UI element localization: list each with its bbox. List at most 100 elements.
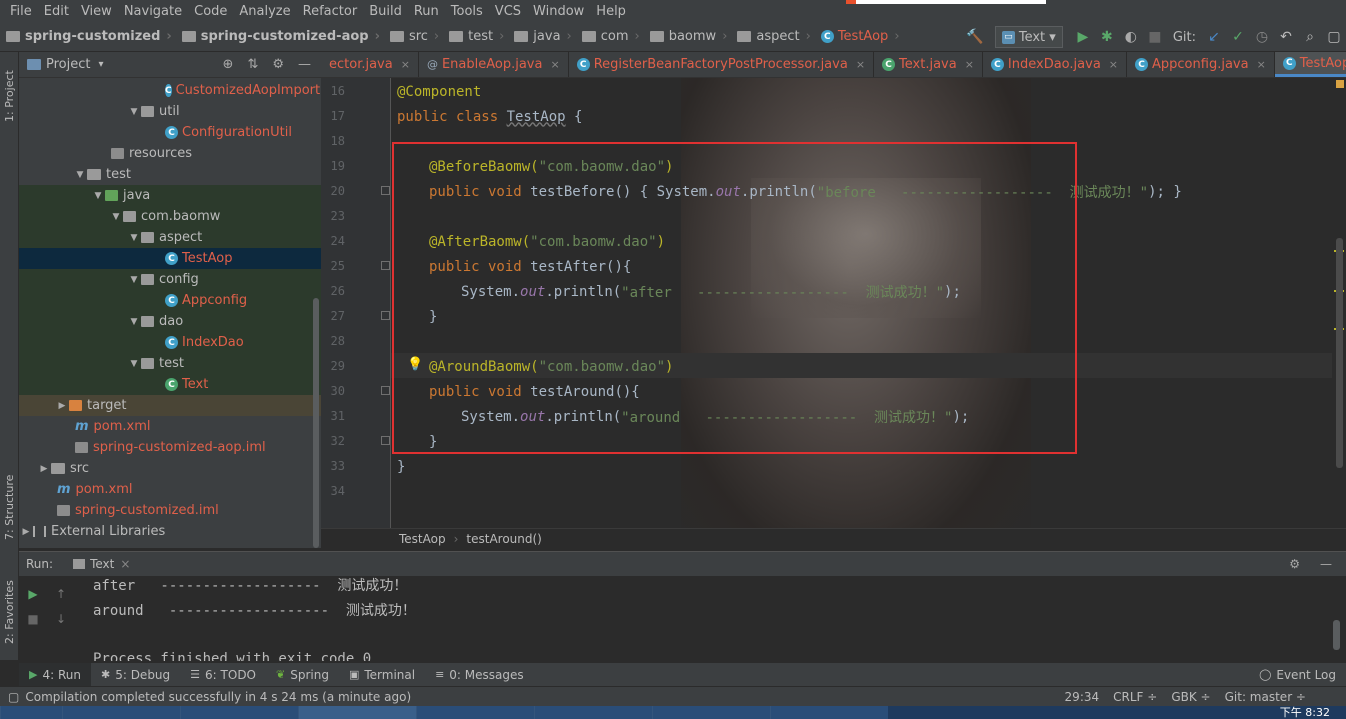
run-console-output[interactable]: after ------------------- 测试成功！ around -… — [93, 576, 1323, 661]
line-separator-select[interactable]: CRLF ÷ — [1113, 690, 1157, 704]
expand-arrow-icon[interactable]: ▼ — [127, 317, 141, 327]
tree-item[interactable]: ▼ test — [19, 353, 321, 374]
tree-item[interactable]: ▶ src — [19, 458, 321, 479]
run-tool-tab[interactable]: ▶ 4: Run — [19, 662, 91, 687]
hide-panel-icon[interactable]: — — [298, 57, 311, 72]
tree-item[interactable]: C Appconfig — [19, 290, 321, 311]
collapse-all-icon[interactable]: ⇅ — [247, 57, 258, 72]
start-button[interactable] — [0, 706, 62, 719]
tree-item[interactable]: C IndexDao — [19, 332, 321, 353]
menu-window[interactable]: Window — [527, 4, 590, 19]
expand-arrow-icon[interactable]: ▼ — [73, 170, 87, 180]
git-revert-icon[interactable]: ↶ — [1274, 25, 1298, 49]
run-tab[interactable]: Text × — [67, 557, 136, 571]
tree-item[interactable]: resources — [19, 143, 321, 164]
tree-item[interactable]: C ConfigurationUtil — [19, 122, 321, 143]
tree-item[interactable]: CCustomizedAopImportSelector — [19, 80, 321, 101]
structure-tool-tab[interactable]: 7: Structure — [0, 462, 19, 552]
tree-item[interactable]: ▼ java — [19, 185, 321, 206]
more-icon[interactable]: ▢ — [1322, 25, 1346, 49]
tree-item[interactable]: ▼ config — [19, 269, 321, 290]
expand-arrow-icon[interactable]: ▼ — [127, 107, 141, 117]
favorites-tool-tab[interactable]: 2: Favorites — [0, 567, 19, 657]
menu-edit[interactable]: Edit — [38, 4, 75, 19]
todo-tool-tab[interactable]: ☰ 6: TODO — [180, 663, 266, 687]
nav-crumb-baomw[interactable]: baomw › — [644, 22, 732, 52]
tree-item[interactable]: m pom.xml — [19, 479, 321, 500]
tree-item[interactable]: spring-customized.iml — [19, 500, 321, 521]
close-icon[interactable]: × — [120, 557, 130, 571]
menu-vcs[interactable]: VCS — [489, 4, 527, 19]
tab-file[interactable]: C IndexDao.java × — [983, 52, 1128, 77]
nav-crumb-file[interactable]: C TestAop › — [815, 22, 904, 52]
nav-crumb-module[interactable]: spring-customized-aop › — [176, 22, 384, 52]
menu-analyze[interactable]: Analyze — [233, 4, 296, 19]
run-config-select[interactable]: ▭ Text ▾ — [994, 26, 1063, 48]
git-history-icon[interactable]: ◷ — [1250, 25, 1274, 49]
menu-help[interactable]: Help — [590, 4, 632, 19]
close-icon[interactable]: × — [401, 58, 410, 71]
fold-marker-icon[interactable] — [381, 261, 390, 270]
fold-marker-icon[interactable] — [381, 386, 390, 395]
breadcrumb-class[interactable]: TestAop — [399, 532, 446, 546]
taskbar-app[interactable] — [534, 706, 652, 719]
git-branch-select[interactable]: Git: master ÷ — [1225, 690, 1306, 704]
project-tool-tab[interactable]: 1: Project — [0, 56, 19, 136]
taskbar-app[interactable] — [652, 706, 770, 719]
code-editor[interactable]: 16 17 18 19 20 23 24 25 26 27 28 29 30 3… — [321, 78, 1346, 528]
debug-tool-tab[interactable]: ✱ 5: Debug — [91, 663, 180, 687]
editor-scrollbar[interactable] — [1336, 238, 1343, 468]
project-tree-scrollbar[interactable] — [313, 298, 319, 548]
settings-gear-icon[interactable]: ⚙ — [272, 57, 284, 72]
tree-item[interactable]: ▼ dao — [19, 311, 321, 332]
tab-file[interactable]: @ EnableAop.java × — [419, 52, 569, 77]
tree-item[interactable]: ▶ External Libraries — [19, 521, 321, 542]
scroll-up-icon[interactable]: ↑ — [51, 584, 71, 604]
taskbar-app[interactable] — [62, 706, 180, 719]
status-toggle-icon[interactable]: ▢ — [8, 690, 19, 704]
debug-icon[interactable]: ✱ — [1095, 25, 1119, 49]
menu-tools[interactable]: Tools — [445, 4, 489, 19]
fold-marker-icon[interactable] — [381, 311, 390, 320]
close-icon[interactable]: × — [1109, 58, 1118, 71]
tree-item[interactable]: ▼ test — [19, 164, 321, 185]
taskbar-app[interactable] — [180, 706, 298, 719]
fold-marker-icon[interactable] — [381, 186, 390, 195]
locate-icon[interactable]: ⊕ — [223, 57, 234, 72]
collapse-arrow-icon[interactable]: ▶ — [19, 527, 33, 537]
taskbar-app[interactable] — [298, 706, 416, 719]
close-icon[interactable]: × — [965, 58, 974, 71]
tab-file[interactable]: ector.java × — [321, 52, 419, 77]
tree-item[interactable]: ▼ util — [19, 101, 321, 122]
tree-item[interactable]: ▼ aspect — [19, 227, 321, 248]
tree-item[interactable]: ▼ com.baomw — [19, 206, 321, 227]
git-commit-icon[interactable]: ✓ — [1226, 25, 1250, 49]
settings-gear-icon[interactable]: ⚙ — [1289, 557, 1300, 571]
scroll-down-icon[interactable]: ↓ — [51, 609, 71, 629]
tree-item[interactable]: C Text — [19, 374, 321, 395]
menu-run[interactable]: Run — [408, 4, 445, 19]
encoding-select[interactable]: GBK ÷ — [1171, 690, 1210, 704]
tab-file[interactable]: C Text.java × — [874, 52, 983, 77]
nav-crumb-test[interactable]: test › — [443, 22, 508, 52]
tree-item[interactable]: m pom.xml — [19, 416, 321, 437]
collapse-arrow-icon[interactable]: ▶ — [55, 401, 69, 411]
nav-crumb-src[interactable]: src › — [384, 22, 443, 52]
tree-item[interactable]: ▶ target — [19, 395, 321, 416]
fold-marker-icon[interactable] — [381, 436, 390, 445]
git-update-icon[interactable]: ↙ — [1202, 25, 1226, 49]
event-log-tool-tab[interactable]: ◯ Event Log — [1249, 663, 1346, 687]
expand-arrow-icon[interactable]: ▼ — [127, 233, 141, 243]
terminal-tool-tab[interactable]: ▣ Terminal — [339, 663, 425, 687]
build-hammer-icon[interactable]: 🔨 — [963, 25, 987, 49]
nav-crumb-java[interactable]: java › — [508, 22, 575, 52]
coverage-icon[interactable]: ◐ — [1119, 25, 1143, 49]
project-panel-title[interactable]: Project — [46, 57, 90, 72]
menu-refactor[interactable]: Refactor — [297, 4, 364, 19]
expand-arrow-icon[interactable]: ▼ — [127, 275, 141, 285]
tree-item-selected[interactable]: C TestAop — [19, 248, 321, 269]
menu-navigate[interactable]: Navigate — [118, 4, 188, 19]
rerun-icon[interactable]: ▶ — [23, 584, 43, 604]
expand-arrow-icon[interactable]: ▼ — [127, 359, 141, 369]
nav-crumb-project[interactable]: spring-customized › — [0, 22, 176, 52]
